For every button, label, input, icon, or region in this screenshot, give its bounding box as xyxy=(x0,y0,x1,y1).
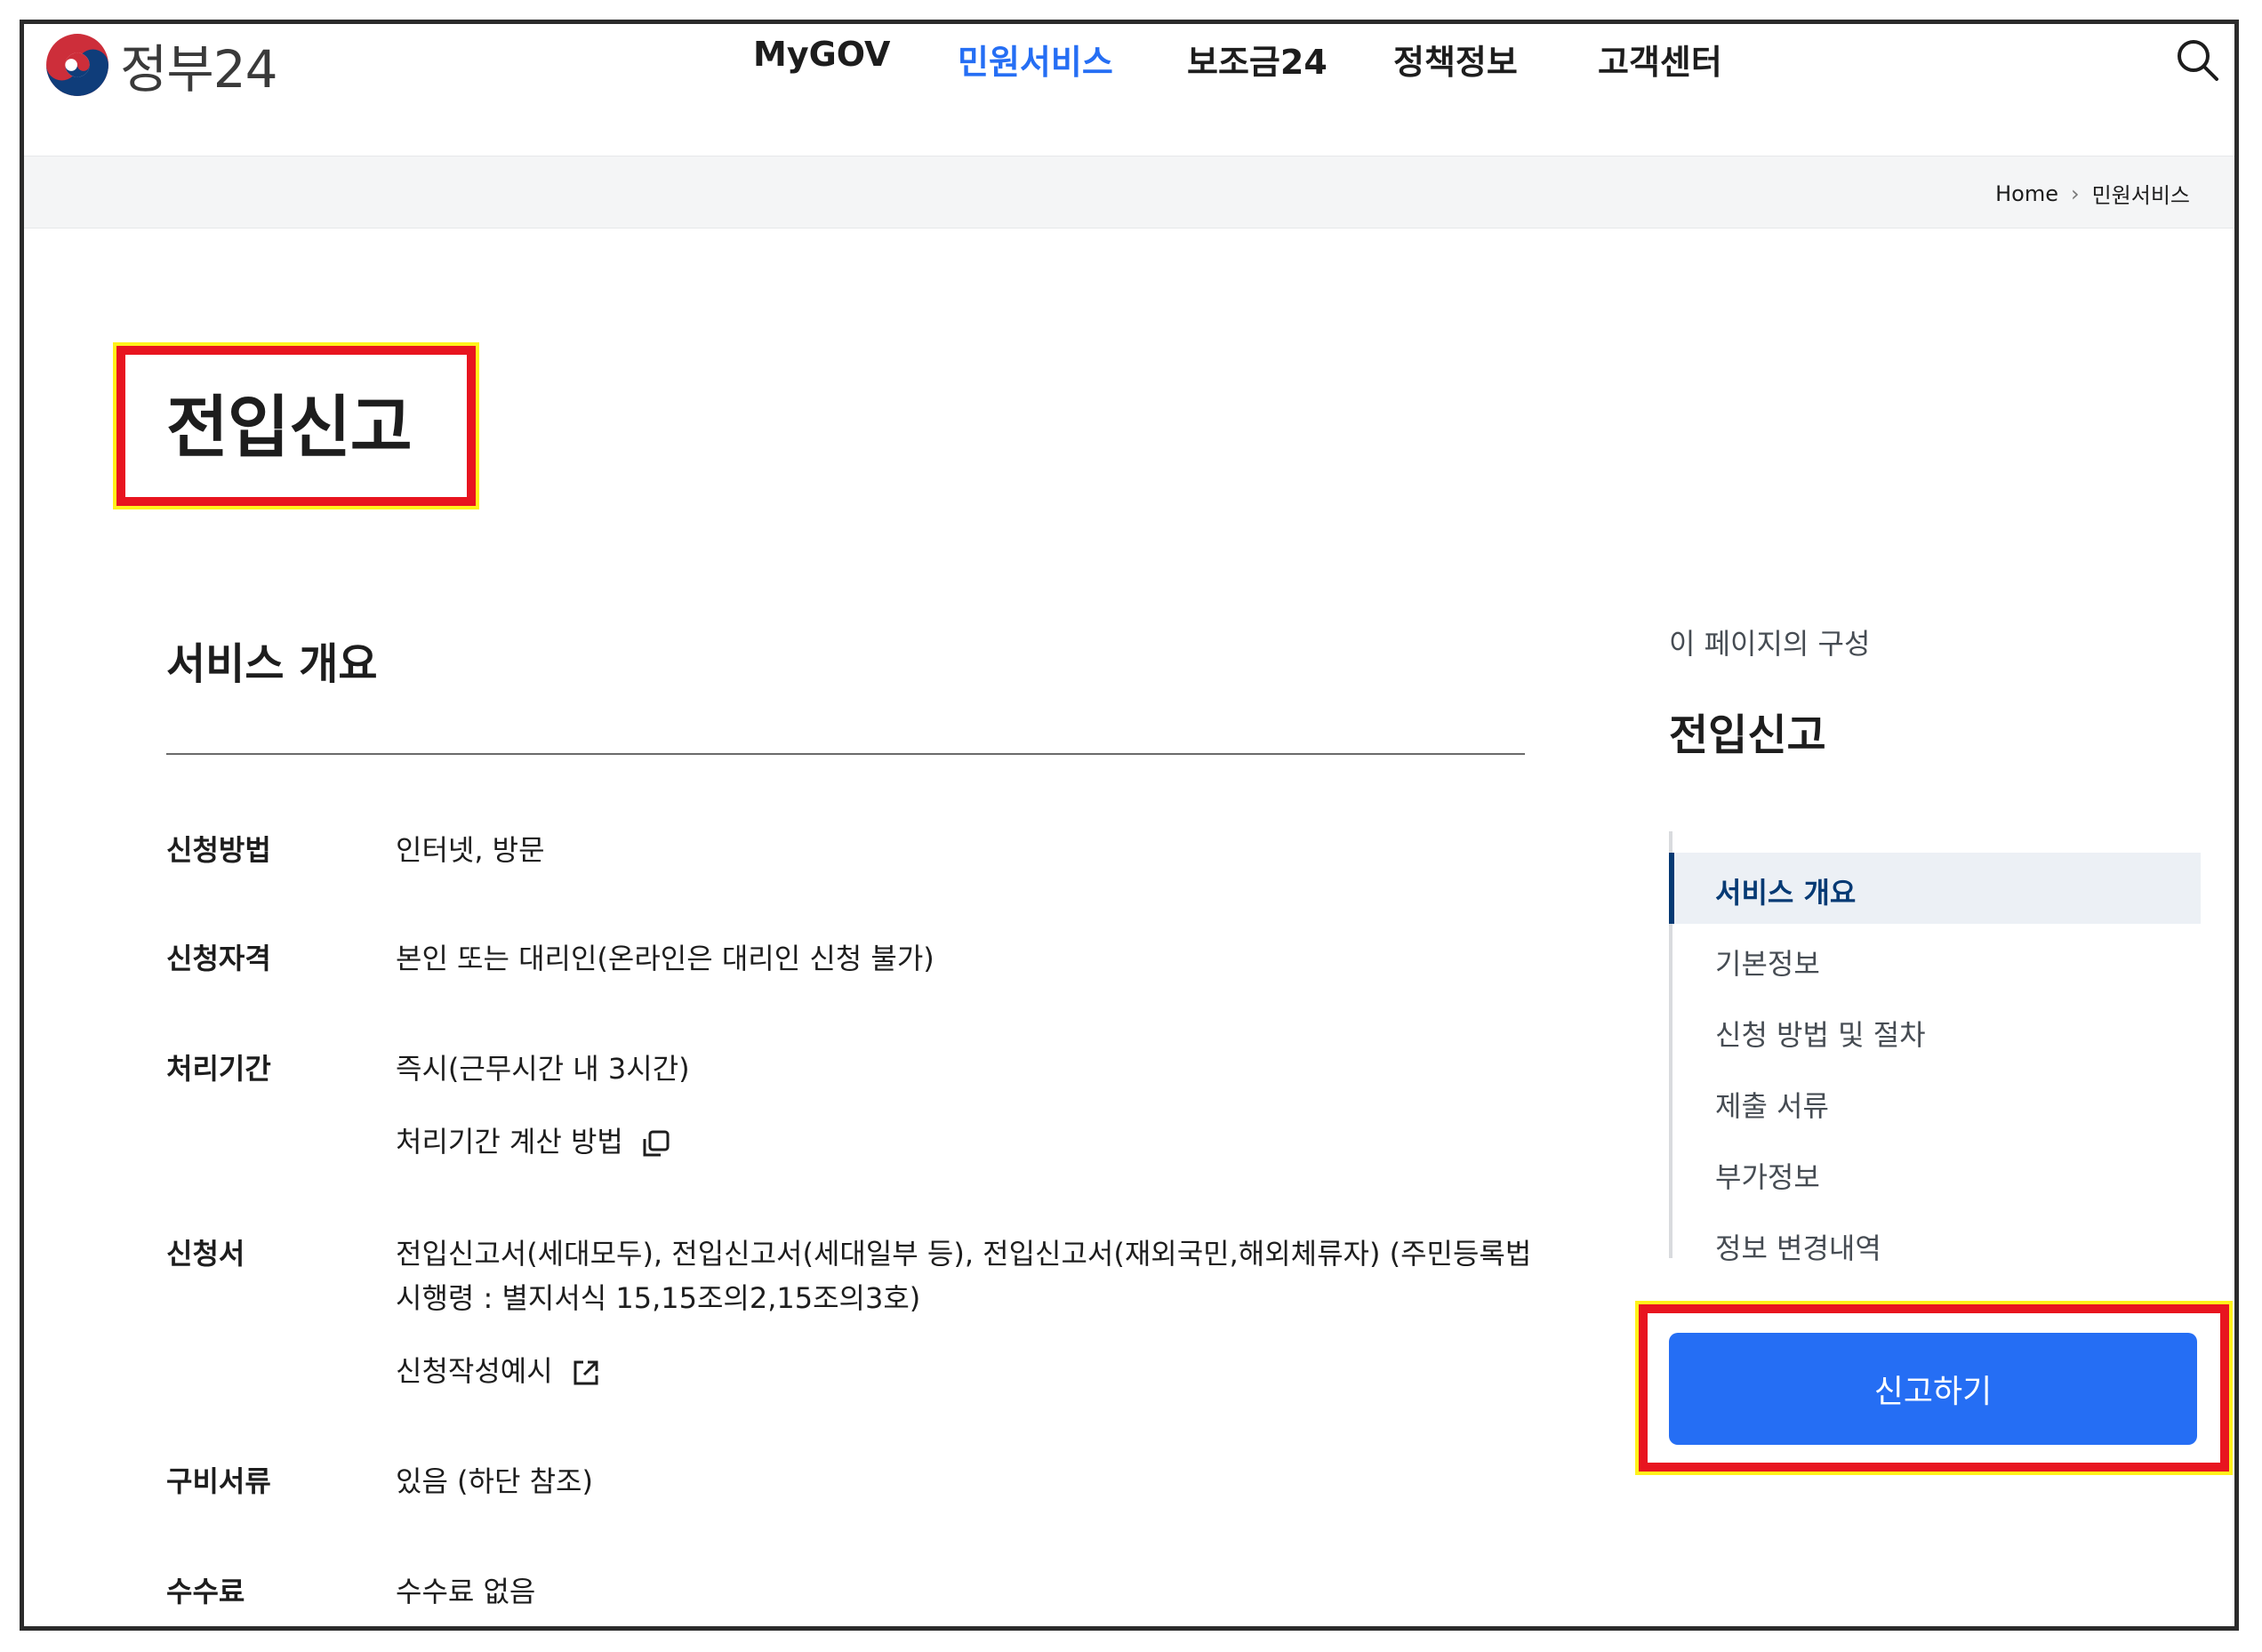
period-calc-link-label: 처리기간 계산 방법 xyxy=(396,1125,623,1159)
toc-item-label: 정보 변경내역 xyxy=(1715,1231,1881,1265)
row-value-form-line2: 시행령 : 별지서식 15,15조의2,15조의3호) xyxy=(396,1281,921,1315)
row-label-documents: 구비서류 xyxy=(166,1464,271,1498)
toc-item-label: 신청 방법 및 절차 xyxy=(1715,1018,1926,1052)
toc-item-label: 부가정보 xyxy=(1715,1160,1820,1194)
period-calc-link[interactable]: 처리기간 계산 방법 xyxy=(396,1119,671,1160)
chevron-right-icon: › xyxy=(2070,180,2080,206)
nav-subsidy24[interactable]: 보조금24 xyxy=(1187,35,1328,84)
toc-title: 전입신고 xyxy=(1669,710,1826,760)
toc-item-documents[interactable]: 제출 서류 xyxy=(1669,1066,2201,1137)
site-header: 정부24 MyGOV 민원서비스 보조금24 정책정보 고객센터 xyxy=(24,24,2234,156)
row-value-period: 즉시(근무시간 내 3시간) xyxy=(396,1052,690,1086)
nav-civil-service[interactable]: 민원서비스 xyxy=(958,35,1113,84)
breadcrumb: Home › 민원서비스 xyxy=(1995,178,2190,209)
nav-policy-info[interactable]: 정책정보 xyxy=(1393,35,1518,84)
form-example-link-label: 신청작성예시 xyxy=(396,1354,553,1388)
search-icon xyxy=(2178,40,2218,81)
nav-customer-center[interactable]: 고객센터 xyxy=(1598,35,1722,84)
toc-item-overview[interactable]: 서비스 개요 xyxy=(1669,853,2201,924)
external-link-icon xyxy=(574,1360,598,1385)
toc-item-additional-info[interactable]: 부가정보 xyxy=(1669,1137,2201,1208)
row-value-method: 인터넷, 방문 xyxy=(396,833,545,867)
nav-mygov[interactable]: MyGOV xyxy=(753,35,890,74)
toc-item-change-history[interactable]: 정보 변경내역 xyxy=(1669,1208,2201,1279)
row-label-method: 신청방법 xyxy=(166,833,271,867)
main-nav: MyGOV 민원서비스 보조금24 정책정보 고객센터 xyxy=(24,35,2234,97)
breadcrumb-current[interactable]: 민원서비스 xyxy=(2092,178,2190,209)
row-value-documents: 있음 (하단 참조) xyxy=(396,1464,593,1498)
row-value-eligibility: 본인 또는 대리인(온라인은 대리인 신청 불가) xyxy=(396,942,934,975)
breadcrumb-home[interactable]: Home xyxy=(1995,181,2058,206)
form-example-link[interactable]: 신청작성예시 xyxy=(396,1349,601,1390)
copy-popup-icon xyxy=(643,1130,670,1157)
breadcrumb-bar: Home › 민원서비스 xyxy=(24,156,2234,229)
page-title: 전입신고 xyxy=(166,388,413,467)
page-frame: 정부24 MyGOV 민원서비스 보조금24 정책정보 고객센터 Home › … xyxy=(20,20,2239,1631)
row-label-form: 신청서 xyxy=(166,1237,245,1271)
row-label-fee: 수수료 xyxy=(166,1575,245,1608)
toc-item-label: 서비스 개요 xyxy=(1715,876,1857,910)
section-divider xyxy=(166,753,1525,755)
toc-item-basic-info[interactable]: 기본정보 xyxy=(1669,924,2201,995)
toc-item-method-procedure[interactable]: 신청 방법 및 절차 xyxy=(1669,995,2201,1066)
section-title: 서비스 개요 xyxy=(166,639,378,689)
toc-caption: 이 페이지의 구성 xyxy=(1669,627,1871,661)
row-value-fee: 수수료 없음 xyxy=(396,1575,536,1608)
row-label-period: 처리기간 xyxy=(166,1052,271,1086)
row-label-eligibility: 신청자격 xyxy=(166,942,271,975)
apply-report-button[interactable]: 신고하기 xyxy=(1669,1333,2197,1445)
row-value-form-line1: 전입신고서(세대모두), 전입신고서(세대일부 등), 전입신고서(재외국민,해… xyxy=(396,1237,1532,1271)
toc-list: 서비스 개요 기본정보 신청 방법 및 절차 제출 서류 부가정보 정보 변경내… xyxy=(1669,831,2201,1265)
search-button[interactable] xyxy=(2172,35,2222,84)
toc-item-label: 기본정보 xyxy=(1715,947,1820,981)
toc-item-label: 제출 서류 xyxy=(1715,1089,1829,1123)
